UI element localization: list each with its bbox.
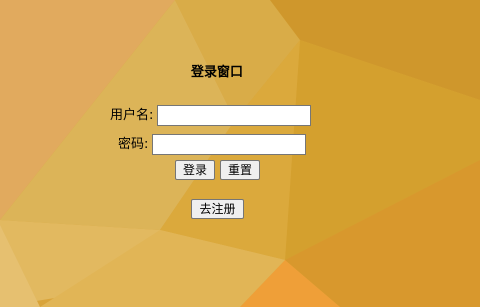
register-button[interactable]: 去注册 <box>191 199 244 219</box>
page-title: 登录窗口 <box>190 65 243 80</box>
username-row: 用户名: <box>110 104 312 126</box>
password-label: 密码: <box>118 137 149 152</box>
login-page: 登录窗口 用户名: 密码: 登录 重置 去注册 <box>0 0 480 307</box>
login-button[interactable]: 登录 <box>175 160 215 180</box>
password-input[interactable] <box>152 134 307 155</box>
reset-button[interactable]: 重置 <box>220 160 260 180</box>
login-form: 登录窗口 用户名: 密码: 登录 重置 去注册 <box>0 0 480 307</box>
username-input[interactable] <box>157 105 312 126</box>
password-row: 密码: <box>118 133 307 155</box>
username-label: 用户名: <box>110 108 154 123</box>
